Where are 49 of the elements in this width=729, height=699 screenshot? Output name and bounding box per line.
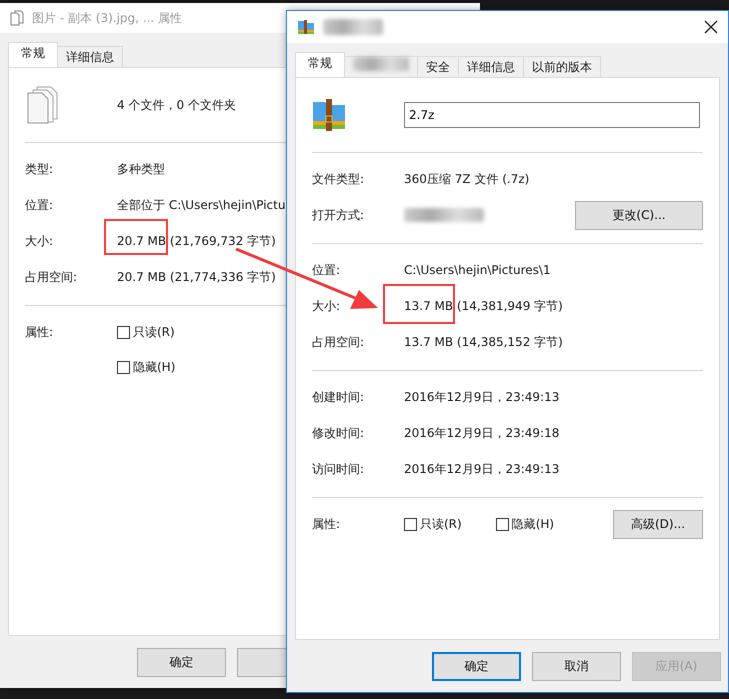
field-label: 属性: [25,324,54,341]
field-value: C:\Users\hejin\Pictures\1 [404,263,551,277]
button[interactable]: 取消 [532,652,621,680]
field-label: 属性: [312,516,342,532]
checkbox[interactable]: 只读(R) [117,324,176,341]
field-value: 全部位于 C:\Users\hejin\Pictu [117,196,286,214]
field-label: 占用空间: [25,268,78,286]
file-count: 4 个文件，0 个文件夹 [117,96,236,114]
archive-icon [312,98,346,132]
field-value: 2016年12月9日，23:49:13 [404,460,560,478]
button[interactable]: 确定 [137,648,226,676]
close-icon [704,20,718,34]
field-label: 创建时间: [312,388,366,406]
name-field[interactable]: 2.7z [404,102,700,128]
window-title: 图片 - 副本 (3).jpg, ... 属性 [32,10,182,26]
field-value: 多种类型 [117,160,165,178]
button[interactable]: 确定 [432,652,521,680]
button[interactable]: 高级(D)... [613,510,703,538]
field-value: 2016年12月9日，23:49:13 [404,388,560,406]
highlight-box [383,284,455,324]
blurred-text [323,19,383,35]
field-label: 大小: [25,232,54,250]
field-label: 位置: [312,262,342,278]
field-label: 类型: [25,160,54,178]
field-label: 文件类型: [312,170,366,188]
field-value: 20.7 MB (21,769,732 字节) [117,232,276,250]
checkbox[interactable]: 隐藏(H) [496,516,554,532]
field-value: 20.7 MB (21,774,336 字节) [117,268,276,286]
field-value: 13.7 MB (14,385,152 字节) [404,334,563,350]
field-label: 位置: [25,196,54,214]
field-label: 大小: [312,298,342,314]
field-label: 占用空间: [312,334,366,350]
field-label: 打开方式: [312,206,366,224]
field-value: 2016年12月9日，23:49:18 [404,424,560,442]
highlight-box [104,219,168,255]
tab[interactable]: 以前的版本 [523,56,601,77]
checkbox[interactable]: 只读(R) [404,516,462,532]
field-value: 13.7 MB (14,381,949 字节) [404,298,563,314]
field-value: 360压缩 7Z 文件 (.7z) [404,170,530,188]
field-label: 访问时间: [312,460,366,478]
tab[interactable]: 常规 [295,52,345,77]
documents-icon [10,10,24,26]
checkbox[interactable]: 隐藏(H) [117,359,176,376]
tab[interactable]: 详细信息 [57,46,123,67]
tab[interactable]: 常规 [8,42,58,67]
archive-icon [297,19,315,35]
field-label: 修改时间: [312,424,366,442]
close-button[interactable] [704,20,718,34]
button[interactable]: 更改(C)... [575,200,703,230]
